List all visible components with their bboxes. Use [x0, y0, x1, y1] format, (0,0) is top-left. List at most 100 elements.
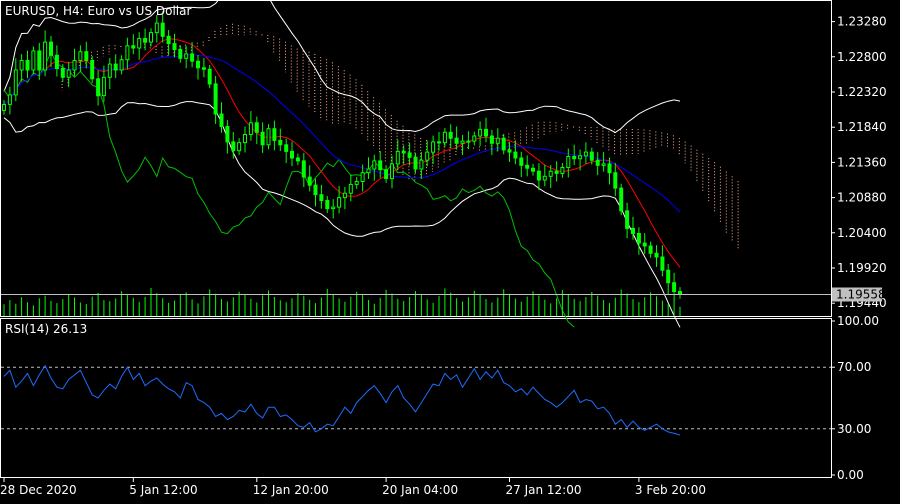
candle-body	[348, 183, 353, 194]
price-axis[interactable]: 1.23280 1.22800 1.22320 1.21840 1.21360 1.208…	[831, 15, 887, 311]
chart-canvas[interactable]: 1.23280 1.22800 1.22320 1.21840 1.21360 1.208…	[0, 0, 900, 500]
candle-body	[337, 197, 342, 208]
candle-body	[390, 163, 394, 180]
candle-body	[154, 22, 159, 34]
candle-body	[437, 141, 441, 144]
candle-body	[307, 176, 312, 186]
candle-body	[172, 43, 177, 50]
price-tick-label: 1.22320	[837, 85, 887, 99]
candle-body	[395, 150, 400, 165]
rsi-axis[interactable]: 100.00 70.00 30.00 0.00	[831, 314, 879, 482]
candle-body	[560, 167, 565, 174]
candle-body	[513, 151, 518, 159]
rsi-line	[3, 364, 681, 436]
candle-body	[201, 67, 206, 70]
candle-body	[284, 144, 289, 152]
bollinger-lower	[3, 101, 681, 328]
candle-body	[137, 38, 142, 49]
candle-body	[149, 32, 153, 43]
candle-body	[143, 38, 148, 43]
candle-body	[678, 291, 682, 295]
rsi-levels	[1, 366, 831, 430]
rsi-tick-label: 70.00	[837, 360, 871, 374]
candle-body	[631, 227, 635, 234]
candle-body	[648, 245, 653, 254]
candle-body	[531, 167, 535, 172]
candle-body	[536, 170, 541, 181]
candle-body	[49, 41, 53, 56]
candle-body	[54, 54, 59, 69]
rsi-path	[3, 364, 681, 436]
candle-body	[13, 69, 18, 96]
price-tick-label: 1.22800	[837, 50, 887, 64]
rsi-pane-frame	[0, 318, 832, 478]
candle-body	[184, 53, 189, 59]
candle-body	[454, 137, 459, 144]
candle-body	[113, 63, 118, 71]
candle-body	[589, 151, 594, 161]
volume-bars	[3, 288, 681, 316]
candle-body	[78, 51, 83, 62]
candle-body	[431, 141, 436, 153]
candle-body	[448, 131, 453, 139]
candle-body	[484, 128, 488, 137]
candle-body	[666, 269, 671, 284]
candle-body	[660, 256, 665, 271]
rsi-tick-label: 100.00	[837, 314, 879, 328]
candle-body	[119, 59, 124, 71]
candle-body	[290, 150, 294, 159]
candle-body	[519, 157, 524, 166]
price-tick-label: 1.21360	[837, 155, 887, 169]
moving-averages	[3, 38, 681, 268]
candle-body	[366, 168, 371, 174]
time-tick-label: 20 Jan 04:00	[382, 483, 458, 497]
trading-chart-window[interactable]: 1.23280 1.22800 1.22320 1.21840 1.21360 1.208…	[0, 0, 900, 500]
candle-body	[354, 181, 359, 185]
candle-body	[601, 163, 606, 166]
ichimoku-cloud	[61, 23, 739, 250]
candle-body	[672, 282, 677, 293]
candle-body	[384, 169, 389, 179]
price-tick-label: 1.20400	[837, 226, 887, 240]
candle-body	[31, 50, 36, 71]
candle-body	[266, 128, 271, 146]
candle-body	[301, 160, 306, 178]
price-tick-label: 1.23280	[837, 15, 887, 29]
candle-body	[554, 170, 559, 174]
time-tick-label: 27 Jan 12:00	[506, 483, 582, 497]
candle-body	[466, 140, 471, 143]
candle-body	[501, 137, 506, 151]
candle-body	[642, 242, 647, 247]
candle-body	[90, 60, 95, 80]
candle-body	[495, 137, 500, 144]
candle-body	[566, 156, 571, 168]
time-axis[interactable]: 28 Dec 2020 5 Jan 12:00 12 Jan 20:00 20 Jan…	[0, 478, 706, 497]
candle-body	[478, 128, 483, 137]
candle-body	[407, 152, 412, 158]
candle-body	[2, 104, 6, 111]
candle-body	[507, 149, 512, 153]
candle-body	[7, 94, 12, 105]
rsi-tick-label: 30.00	[837, 422, 871, 436]
candle-body	[542, 175, 547, 181]
time-tick-label: 5 Jan 12:00	[129, 483, 197, 497]
candle-body	[525, 164, 530, 169]
candle-body	[213, 83, 218, 115]
price-tick-label: 1.21840	[837, 120, 887, 134]
candle-body	[60, 68, 65, 78]
candle-body	[125, 45, 130, 61]
time-tick-label: 12 Jan 20:00	[253, 483, 329, 497]
time-tick-label: 28 Dec 2020	[0, 483, 77, 497]
candle-body	[243, 134, 247, 144]
candle-body	[254, 122, 259, 133]
candle-body	[237, 142, 242, 152]
candle-body	[25, 60, 30, 71]
candle-body	[43, 41, 48, 71]
candle-body	[225, 126, 230, 143]
price-tick-label: 1.19920	[837, 261, 887, 275]
candle-body	[325, 200, 330, 210]
candle-body	[231, 141, 236, 152]
candle-body	[419, 159, 424, 170]
candle-body	[260, 131, 265, 146]
candle-body	[548, 170, 553, 177]
